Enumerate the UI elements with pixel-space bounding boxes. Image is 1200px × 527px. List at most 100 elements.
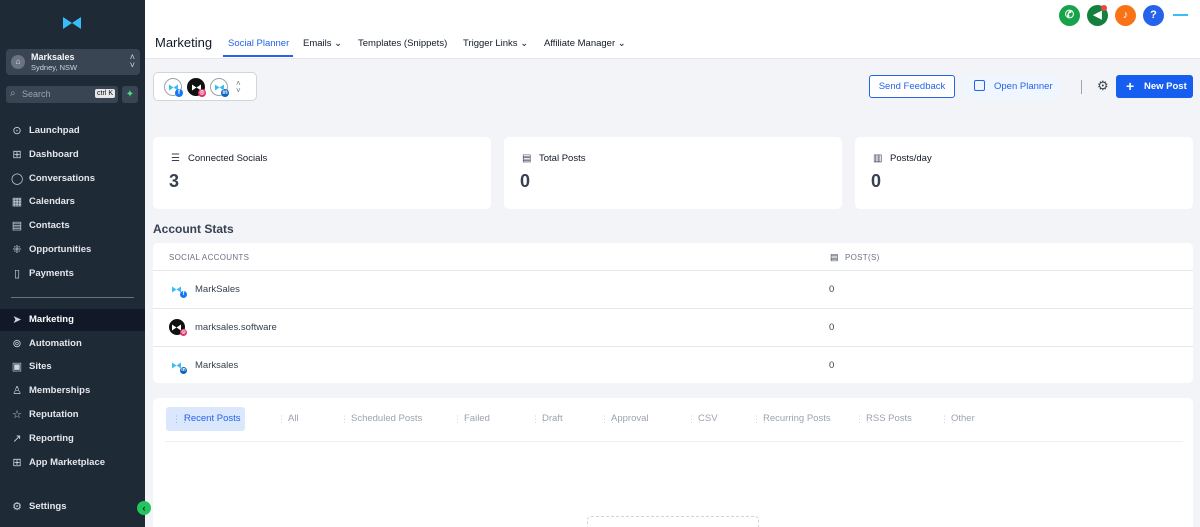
sidebar-item-settings[interactable]: ⚙ Settings bbox=[0, 496, 145, 518]
tab-emails[interactable]: Emails ⌄ bbox=[303, 38, 342, 49]
sidebar-item-app-marketplace[interactable]: ⊞ App Marketplace bbox=[0, 452, 145, 474]
contact-card-icon: ▤ bbox=[11, 220, 23, 232]
sidebar-item-label: Dashboard bbox=[29, 149, 79, 160]
sidebar-collapse-button[interactable]: ‹ bbox=[137, 501, 151, 515]
tab-label: Draft bbox=[542, 413, 563, 424]
stat-value: 3 bbox=[169, 171, 180, 191]
tab-label: All bbox=[288, 413, 299, 424]
stat-label: Total Posts bbox=[539, 153, 586, 164]
tab-templates[interactable]: Templates (Snippets) bbox=[358, 38, 447, 49]
sidebar-search-input[interactable]: ⌕ Search ctrl K bbox=[6, 86, 118, 103]
sidebar-item-reporting[interactable]: ↗ Reporting bbox=[0, 428, 145, 450]
table-row[interactable]: f MarkSales 0 bbox=[153, 270, 1193, 308]
open-planner-button[interactable]: Open Planner bbox=[964, 75, 1061, 98]
sidebar-item-label: Marketing bbox=[29, 314, 74, 325]
instagram-badge-icon: ◎ bbox=[180, 329, 187, 336]
sidebar-item-label: Settings bbox=[29, 501, 67, 512]
server-icon: ▤ bbox=[830, 252, 839, 262]
facebook-account-icon: f bbox=[169, 281, 187, 298]
sidebar-divider bbox=[11, 297, 134, 298]
posts-count: 0 bbox=[829, 322, 835, 333]
linkedin-account-icon: in bbox=[169, 357, 187, 374]
rocket-icon: ⊙ bbox=[12, 125, 22, 137]
apps-icon: ⊞ bbox=[12, 457, 22, 469]
help-icon[interactable]: ? bbox=[1143, 5, 1164, 26]
sidebar-item-calendars[interactable]: ▦ Calendars bbox=[0, 191, 145, 213]
gear-icon[interactable]: ⚙ bbox=[1097, 79, 1109, 93]
tab-failed[interactable]: ⋮⋮ Failed bbox=[453, 407, 498, 431]
tab-scheduled-posts[interactable]: ⋮⋮ Scheduled Posts bbox=[340, 407, 425, 431]
tab-affiliate-manager[interactable]: Affiliate Manager ⌄ bbox=[544, 38, 626, 49]
tab-rss-posts[interactable]: ⋮⋮ RSS Posts bbox=[855, 407, 915, 431]
sidebar-item-payments[interactable]: ▯ Payments bbox=[0, 263, 145, 285]
instagram-account-icon: ◎ bbox=[187, 78, 206, 97]
sidebar-item-dashboard[interactable]: ⊞ Dashboard bbox=[0, 144, 145, 166]
sidebar-item-sites[interactable]: ▣ Sites bbox=[0, 356, 145, 378]
page-title: Marketing bbox=[155, 35, 213, 50]
tab-approval[interactable]: ⋮⋮ Approval bbox=[600, 407, 655, 431]
tab-label: Trigger Links bbox=[463, 38, 518, 49]
ai-sparkle-button[interactable]: ✦ bbox=[122, 86, 138, 103]
chevron-updown-icon: ˄ ˅ bbox=[236, 79, 241, 95]
tab-label: Affiliate Manager bbox=[544, 38, 616, 49]
tab-label: Emails bbox=[303, 38, 332, 49]
tabs-divider bbox=[165, 441, 1183, 442]
send-icon: ➤ bbox=[12, 314, 22, 326]
tab-all[interactable]: ⋮⋮ All bbox=[277, 407, 317, 431]
sidebar-item-launchpad[interactable]: ⊙ Launchpad bbox=[0, 120, 145, 142]
social-account-selector[interactable]: f ◎ in ˄ ˅ bbox=[153, 72, 257, 101]
bell-icon[interactable]: ♪ bbox=[1115, 5, 1136, 26]
sidebar-item-reputation[interactable]: ☆ Reputation bbox=[0, 404, 145, 426]
sidebar-item-conversations[interactable]: ◯ Conversations bbox=[0, 168, 145, 190]
sidebar-item-label: Reputation bbox=[29, 409, 79, 420]
account-name: Marksales bbox=[31, 52, 75, 62]
calendar-icon bbox=[974, 80, 985, 91]
new-post-button[interactable]: + New Post bbox=[1116, 75, 1193, 98]
brand-logo-icon[interactable] bbox=[62, 16, 82, 30]
stat-card-total-posts: ▤ Total Posts 0 bbox=[504, 137, 842, 209]
tab-label: Scheduled Posts bbox=[351, 413, 423, 424]
sidebar-item-label: Launchpad bbox=[29, 125, 80, 136]
sidebar: ⌂ Marksales Sydney, NSW ˄ ˅ ⌕ Search ctrl… bbox=[0, 0, 145, 527]
account-stats-title: Account Stats bbox=[153, 222, 234, 236]
automation-icon: ⊚ bbox=[12, 338, 22, 350]
tab-recent-posts[interactable]: ⋮⋮ Recent Posts bbox=[166, 407, 245, 431]
chevron-updown-icon: ˄ ˅ bbox=[129, 52, 135, 70]
tab-other[interactable]: ⋮⋮ Other bbox=[940, 407, 985, 431]
sidebar-item-label: Payments bbox=[29, 268, 74, 279]
new-post-label: New Post bbox=[1144, 81, 1187, 92]
chevron-down-icon: ⌄ bbox=[617, 38, 626, 49]
sidebar-item-marketing[interactable]: ➤ Marketing bbox=[0, 309, 145, 331]
tab-label: Recent Posts bbox=[184, 413, 241, 424]
active-tab-indicator bbox=[223, 55, 293, 57]
chat-icon: ◯ bbox=[11, 173, 24, 185]
trend-icon: ↗ bbox=[12, 433, 22, 445]
sidebar-item-opportunities[interactable]: ⁜ Opportunities bbox=[0, 239, 145, 261]
tab-csv[interactable]: ⋮⋮ CSV bbox=[687, 407, 722, 431]
tab-recurring-posts[interactable]: ⋮⋮ Recurring Posts bbox=[752, 407, 834, 431]
account-name: MarkSales bbox=[195, 284, 240, 295]
table-row[interactable]: ◎ marksales.software 0 bbox=[153, 308, 1193, 346]
receipt-icon: ▯ bbox=[13, 268, 21, 280]
sidebar-item-automation[interactable]: ⊚ Automation bbox=[0, 333, 145, 355]
database-icon: ☰ bbox=[171, 153, 180, 164]
instagram-account-icon: ◎ bbox=[169, 319, 187, 336]
table-row[interactable]: in Marksales 0 bbox=[153, 346, 1193, 384]
account-switcher[interactable]: ⌂ Marksales Sydney, NSW ˄ ˅ bbox=[6, 49, 140, 75]
linkedin-badge-icon: in bbox=[180, 367, 187, 374]
stat-card-connected-socials: ☰ Connected Socials 3 bbox=[153, 137, 491, 209]
send-feedback-button[interactable]: Send Feedback bbox=[869, 75, 955, 98]
tab-draft[interactable]: ⋮⋮ Draft bbox=[531, 407, 571, 431]
account-stats-table: SOCIAL ACCOUNTS ▤ POST(S) f MarkSales 0 … bbox=[153, 243, 1193, 383]
tab-social-planner[interactable]: Social Planner bbox=[228, 38, 289, 49]
tab-label: Other bbox=[951, 413, 975, 424]
sidebar-item-contacts[interactable]: ▤ Contacts bbox=[0, 215, 145, 237]
phone-icon[interactable]: ✆ bbox=[1059, 5, 1080, 26]
account-name: marksales.software bbox=[195, 322, 277, 333]
posts-count: 0 bbox=[829, 360, 835, 371]
tab-trigger-links[interactable]: Trigger Links ⌄ bbox=[463, 38, 528, 49]
user-menu-icon[interactable] bbox=[1173, 14, 1188, 16]
sidebar-item-label: Opportunities bbox=[29, 244, 92, 255]
sidebar-item-memberships[interactable]: ♙ Memberships bbox=[0, 380, 145, 402]
account-location: Sydney, NSW bbox=[31, 63, 78, 72]
